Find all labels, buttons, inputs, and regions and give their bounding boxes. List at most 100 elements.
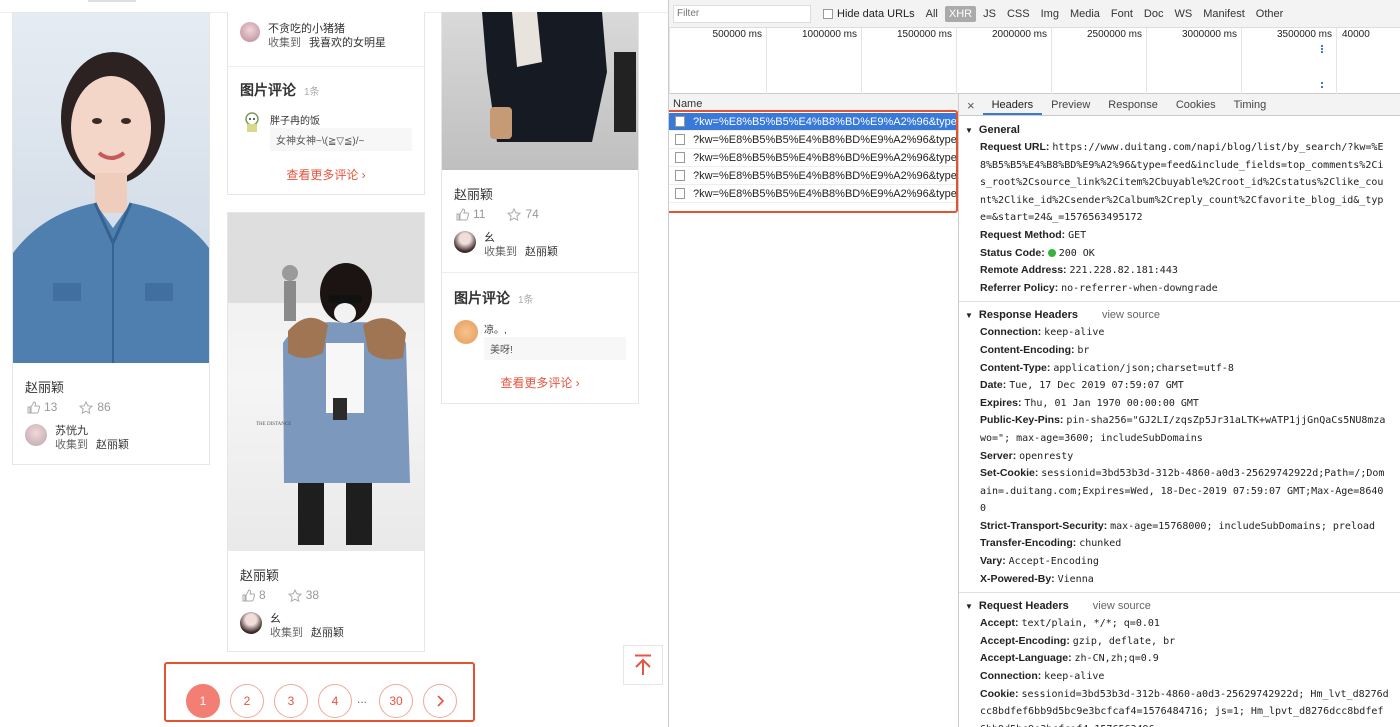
like-button[interactable]: 11 [456,207,485,221]
pin-card-3[interactable]: 赵丽颖 11 74 幺 收集到 赵丽颖 图片评论 1条 凉。, 美呀! 查看更多… [441,12,639,404]
album-link[interactable]: 我喜欢的女明星 [309,37,386,49]
star-icon [507,207,522,221]
favorite-button[interactable]: 86 [79,400,111,414]
pin-title-wrap: 赵丽颖 [454,184,493,203]
cartoon-avatar-icon [245,112,259,132]
filter-all[interactable]: All [922,6,942,22]
collected-to-label: 收集到 [268,37,301,49]
tab-cookies[interactable]: Cookies [1167,94,1225,115]
pin-image[interactable] [442,12,638,170]
filter-img[interactable]: Img [1037,6,1063,22]
general-section-toggle[interactable]: ▼ General [959,121,1400,139]
tab-headers[interactable]: Headers [982,94,1043,115]
commenter-avatar[interactable] [454,320,478,344]
comment-text: 美呀! [484,337,626,360]
header-value: gzip, deflate, br [1072,635,1176,647]
comments-heading: 图片评论 1条 [454,288,534,308]
pin-image[interactable]: THE DISTANCE [228,213,424,551]
page-button-2[interactable]: 2 [230,684,264,718]
svg-text:THE DISTANCE: THE DISTANCE [256,422,291,427]
header-value: Thu, 01 Jan 1970 00:00:00 GMT [1024,397,1199,409]
album-link[interactable]: 赵丽颖 [96,439,129,451]
commenter-name[interactable]: 胖子冉的饭 [270,112,320,127]
header-row: Accept-Language: zh-CN,zh;q=0.9 [959,650,1389,668]
filter-css[interactable]: CSS [1003,6,1034,22]
page-button-3[interactable]: 3 [274,684,308,718]
header-key: Strict-Transport-Security: [980,519,1108,532]
header-row: Strict-Transport-Security: max-age=15768… [959,518,1389,536]
album-link[interactable]: 赵丽颖 [311,627,344,639]
close-icon[interactable]: × [959,94,983,115]
avatar[interactable] [240,612,262,634]
timeline-tick: 1000000 ms [766,28,861,94]
like-button[interactable]: 8 [242,588,266,602]
star-icon [287,588,302,602]
filter-other[interactable]: Other [1252,6,1288,22]
pin-stats: 13 86 [27,400,111,414]
like-count: 13 [44,400,58,414]
filter-font[interactable]: Font [1107,6,1137,22]
top-tab-stub [88,0,136,2]
avatar[interactable] [240,22,260,42]
pin-card-1[interactable]: 赵丽颖 13 86 苏恍九 收集到 赵丽颖 [12,12,210,465]
header-key: Public-Key-Pins: [980,414,1064,427]
header-row: Set-Cookie: sessionid=3bd53b3d-312b-4860… [959,465,1389,518]
collected-to-label: 收集到 [270,627,303,639]
view-source-link[interactable]: view source [1102,309,1160,321]
filter-ws[interactable]: WS [1170,6,1196,22]
tab-preview[interactable]: Preview [1042,94,1099,115]
hide-data-urls-label: Hide data URLs [837,7,915,20]
commenter-name[interactable]: 凉。, [484,321,507,336]
back-to-top-button[interactable] [623,645,663,685]
album-link[interactable]: 赵丽颖 [525,246,558,258]
collector-name[interactable]: 幺 [270,612,344,626]
view-source-link[interactable]: view source [1093,600,1151,612]
header-row: Server: openresty [959,448,1389,466]
request-list: Name ?kw=%E8%B5%B5%E4%B8%BD%E9%A2%96&typ… [669,94,959,727]
street-photo-illustration: THE DISTANCE [228,213,424,545]
response-headers-heading: Response Headers [978,309,1078,322]
favorite-button[interactable]: 74 [507,207,539,221]
devtools-network-panel: Hide data URLs All XHR JS CSS Img Media … [668,0,1400,727]
filter-media[interactable]: Media [1066,6,1104,22]
arrow-up-icon [635,654,651,675]
chevron-right-icon: › [361,168,366,182]
avatar[interactable] [454,231,476,253]
avatar[interactable] [25,424,47,446]
remote-address-row: Remote Address: 221.228.82.181:443 [980,264,1178,277]
collector-name[interactable]: 不贪吃的小猪猪 [268,22,386,36]
timeline-request-marker [1321,82,1323,88]
pin-card-2[interactable]: THE DISTANCE 赵丽颖 8 38 幺 收集到 赵丽颖 [227,212,425,652]
divider [228,66,424,67]
commenter-avatar[interactable] [242,111,262,133]
header-row: X-Powered-By: Vienna [959,571,1389,589]
next-page-button[interactable] [423,684,457,718]
filter-doc[interactable]: Doc [1140,6,1168,22]
page-button-last[interactable]: 30 [379,684,413,718]
filter-js[interactable]: JS [979,6,1000,22]
collector-info: 幺 收集到 赵丽颖 [454,231,558,260]
collector-name[interactable]: 幺 [484,231,558,245]
pin-image[interactable] [13,13,209,363]
tab-timing[interactable]: Timing [1225,94,1276,115]
detail-tabs: × Headers Preview Response Cookies Timin… [959,94,1400,116]
collector-name[interactable]: 苏恍九 [55,424,129,438]
header-key: Vary: [980,555,1006,568]
network-overview-timeline[interactable]: 500000 ms 1000000 ms 1500000 ms 2000000 … [669,28,1400,94]
favorite-button[interactable]: 38 [287,588,319,602]
response-headers-toggle[interactable]: ▼ Response Headers view source [959,306,1400,324]
like-button[interactable]: 13 [27,400,57,414]
triangle-down-icon: ▼ [965,125,973,135]
favorite-count: 74 [525,207,539,221]
page-button-1[interactable]: 1 [186,684,220,718]
hide-data-urls-checkbox[interactable] [823,8,833,19]
more-comments-link[interactable]: 查看更多评论 › [228,166,424,183]
filter-manifest[interactable]: Manifest [1199,6,1249,22]
tab-response[interactable]: Response [1099,94,1167,115]
filter-input[interactable] [673,4,811,23]
pin-card-2-top[interactable]: 不贪吃的小猪猪 收集到 我喜欢的女明星 图片评论 1条 胖子冉的饭 女神女神~\(… [227,12,425,195]
more-comments-link[interactable]: 查看更多评论 › [442,374,638,391]
request-headers-toggle[interactable]: ▼ Request Headers view source [959,597,1400,615]
filter-xhr[interactable]: XHR [944,5,977,22]
page-button-4[interactable]: 4 [318,684,352,718]
